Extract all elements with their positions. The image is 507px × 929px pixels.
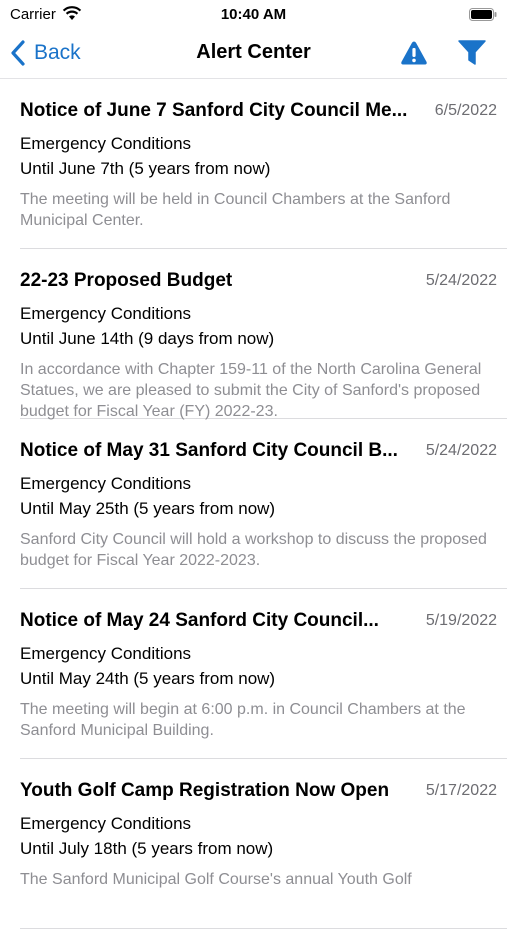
alert-description: The meeting will begin at 6:00 p.m. in C…	[20, 701, 466, 739]
warning-icon[interactable]	[400, 40, 428, 66]
alert-description: The meeting will be held in Council Cham…	[20, 191, 451, 229]
alert-item[interactable]: Notice of May 24 Sanford City Council...…	[20, 589, 507, 759]
status-bar: Carrier 10:40 AM	[0, 0, 507, 30]
navigation-bar: Back Alert Center	[0, 30, 507, 79]
alert-category: Emergency Conditions	[20, 304, 192, 323]
alert-expiry: Until May 25th (5 years from now)	[20, 499, 276, 518]
alert-category: Emergency Conditions	[20, 134, 192, 153]
alert-title: Notice of May 24 Sanford City Council...	[20, 610, 379, 631]
alert-expiry: Until June 7th (5 years from now)	[20, 159, 271, 178]
alert-date: 5/24/2022	[425, 272, 497, 289]
alert-title: Youth Golf Camp Registration Now Open	[20, 780, 390, 801]
alert-description: In accordance with Chapter 159-11 of the…	[20, 361, 482, 420]
alert-description: The Sanford Municipal Golf Course's annu…	[20, 871, 412, 888]
alert-date: 6/5/2022	[434, 102, 497, 119]
alert-title: Notice of June 7 Sanford City Council Me…	[20, 100, 408, 121]
alert-item[interactable]: Notice of May 31 Sanford City Council B.…	[20, 419, 507, 589]
alert-category: Emergency Conditions	[20, 814, 192, 833]
alert-item[interactable]: Youth Golf Camp Registration Now Open 5/…	[20, 759, 507, 929]
alert-item[interactable]: Notice of June 7 Sanford City Council Me…	[20, 79, 507, 249]
battery-icon	[469, 8, 497, 21]
alert-expiry: Until May 24th (5 years from now)	[20, 669, 276, 688]
alert-category: Emergency Conditions	[20, 474, 192, 493]
page-title: Alert Center	[196, 41, 311, 63]
alert-item[interactable]: 22-23 Proposed Budget 5/24/2022 Emergenc…	[20, 249, 507, 420]
alert-date: 5/19/2022	[425, 612, 497, 629]
alert-category: Emergency Conditions	[20, 644, 192, 663]
alert-description: Sanford City Council will hold a worksho…	[20, 531, 487, 569]
status-time: 10:40 AM	[220, 6, 287, 23]
filter-icon[interactable]	[457, 39, 487, 67]
alert-date: 5/17/2022	[425, 782, 497, 799]
alert-title: Notice of May 31 Sanford City Council B.…	[20, 440, 398, 461]
alert-expiry: Until June 14th (9 days from now)	[20, 329, 275, 348]
alert-title: 22-23 Proposed Budget	[20, 270, 233, 291]
alert-date: 5/24/2022	[425, 442, 497, 459]
alert-list: Notice of June 7 Sanford City Council Me…	[0, 79, 507, 929]
alert-expiry: Until July 18th (5 years from now)	[20, 839, 274, 858]
